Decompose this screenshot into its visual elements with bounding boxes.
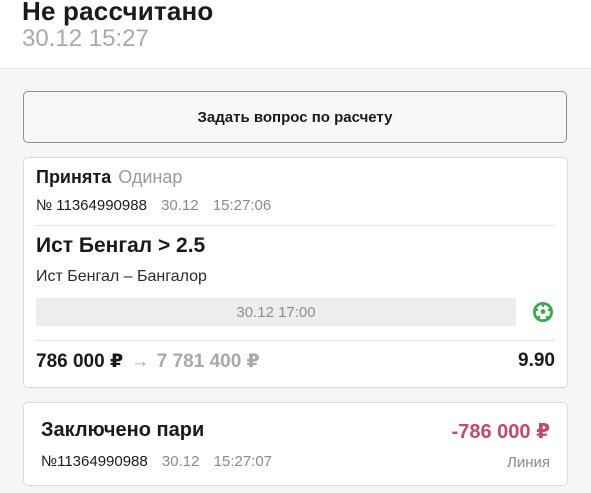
divider [36, 340, 555, 341]
potential-payout: 7 781 400 ₽ [156, 351, 260, 372]
selection-title: Ист Бенгал > 2.5 [36, 234, 206, 257]
bet-number: № 11364990988 [36, 197, 147, 214]
bet-time: 15:27:06 [212, 197, 272, 214]
status-title: Не рассчитано [22, 0, 214, 26]
bet-card: Принята Одинар № 11364990988 30.12 15:27… [23, 157, 568, 388]
soccer-ball-icon [533, 302, 553, 322]
divider [36, 225, 555, 226]
stake-row: 786 000 ₽ → 7 781 400 ₽ [36, 350, 260, 373]
transaction-card: Заключено пари -786 000 ₽ №11364990988 3… [23, 402, 568, 486]
ask-settlement-question-button[interactable]: Задать вопрос по расчету [23, 91, 567, 143]
bet-date: 30.12 [161, 197, 199, 214]
bet-status-row: Принята Одинар [36, 167, 182, 188]
transaction-title: Заключено пари [41, 419, 205, 441]
header: Не рассчитано 30.12 15:27 [0, 0, 591, 69]
transaction-amount: -786 000 ₽ [451, 421, 550, 443]
coefficient: 9.90 [518, 350, 555, 371]
status-timestamp: 30.12 15:27 [22, 25, 149, 52]
event-name: Ист Бенгал – Бангалор [36, 268, 207, 285]
arrow-right-icon: → [130, 351, 150, 372]
transaction-meta: №11364990988 30.12 15:27:07 [41, 453, 272, 470]
transaction-time: 15:27:07 [213, 453, 273, 470]
bet-status-label: Принята [36, 167, 112, 187]
bet-type-label: Одинар [118, 167, 183, 187]
transaction-number: №11364990988 [41, 453, 148, 470]
transaction-source: Линия [506, 454, 550, 471]
stake-amount: 786 000 ₽ [36, 351, 124, 372]
bet-meta: № 11364990988 30.12 15:27:06 [36, 197, 271, 214]
transaction-date: 30.12 [161, 453, 200, 470]
event-start-time: 30.12 17:00 [36, 298, 516, 326]
